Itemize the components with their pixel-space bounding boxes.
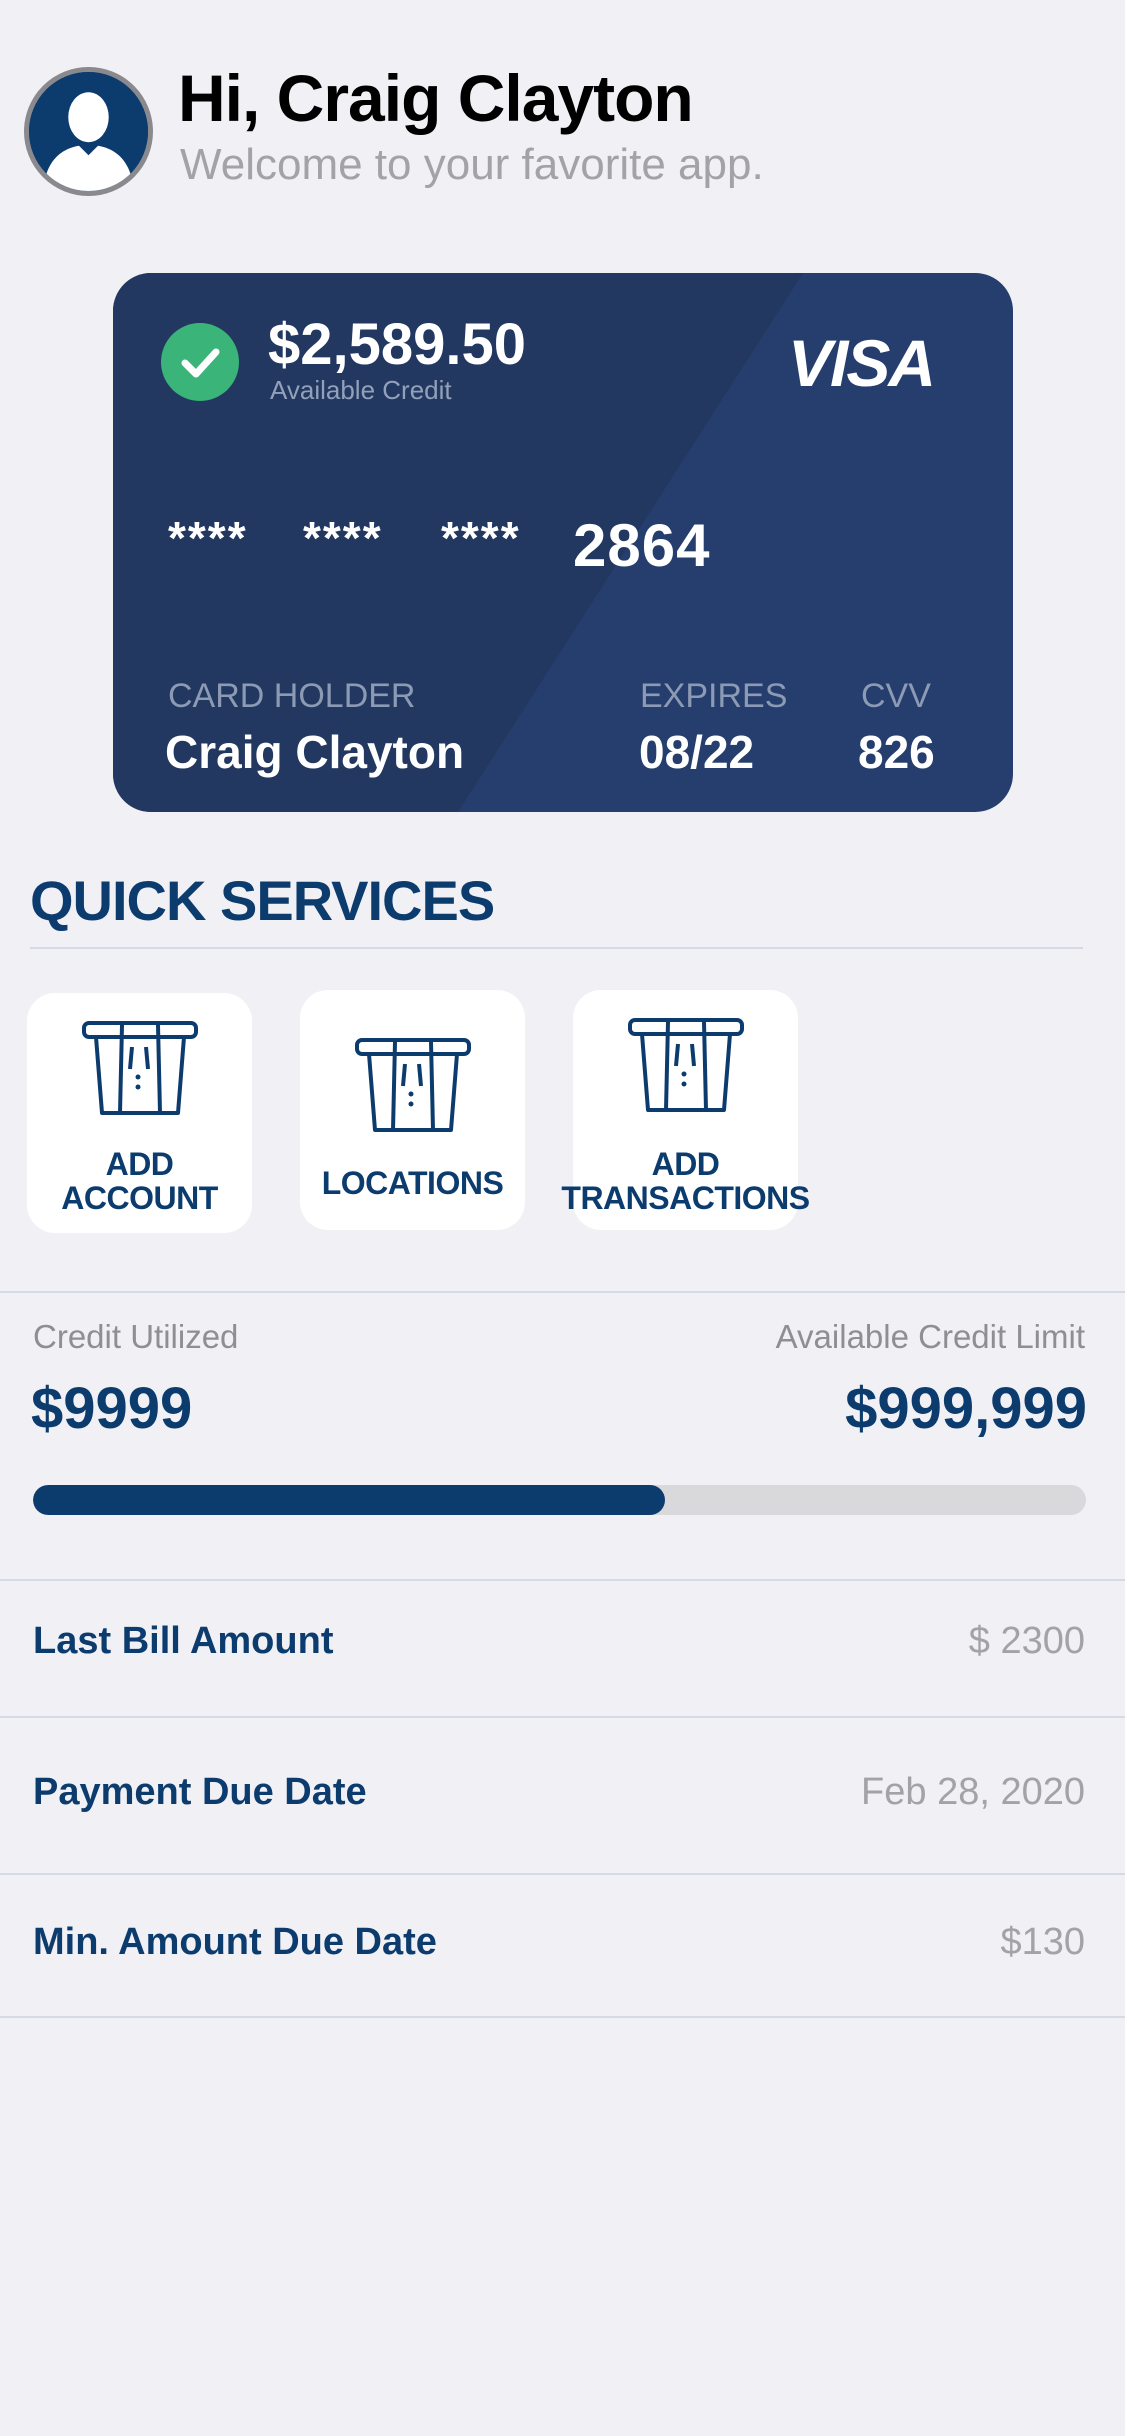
card-holder-name: Craig Clayton <box>165 726 465 778</box>
last-bill-amount-value: $ 2300 <box>968 1620 1085 1662</box>
quick-services-divider <box>30 947 1083 949</box>
payment-due-date-label: Payment Due Date <box>33 1771 367 1813</box>
last-bill-amount-label: Last Bill Amount <box>33 1620 334 1662</box>
available-balance: $2,589.50 <box>268 312 527 377</box>
available-credit-label: Available Credit <box>270 375 452 405</box>
visa-logo: VISA <box>788 326 936 400</box>
add-account-button[interactable]: ADD ACCOUNT <box>27 993 252 1233</box>
add-transactions-label: ADD TRANSACTIONS <box>561 1146 810 1216</box>
credit-card[interactable]: $2,589.50 Available Credit VISA **** ***… <box>113 273 1013 812</box>
payment-due-date-value: Feb 28, 2020 <box>861 1771 1085 1813</box>
credit-utilized-value: $9999 <box>31 1376 193 1441</box>
add-account-label: ADD ACCOUNT <box>61 1146 218 1216</box>
verified-check-icon <box>161 323 239 401</box>
credit-utilization-bar <box>33 1485 1086 1515</box>
section-divider <box>0 1291 1125 1293</box>
card-number-masked-1: **** <box>168 512 248 564</box>
available-credit-limit-value: $999,999 <box>845 1376 1087 1441</box>
min-amount-due-value: $130 <box>1000 1921 1085 1963</box>
row-divider <box>0 2016 1125 2018</box>
expires-label: EXPIRES <box>640 677 788 715</box>
locations-button[interactable]: LOCATIONS <box>300 990 525 1230</box>
add-transactions-button[interactable]: ADD TRANSACTIONS <box>561 990 810 1230</box>
quick-services-title: QUICK SERVICES <box>30 869 495 932</box>
avatar[interactable] <box>24 67 153 196</box>
row-divider <box>0 1579 1125 1581</box>
row-divider <box>0 1716 1125 1718</box>
card-number-masked-2: **** <box>303 512 383 564</box>
atm-card-icon <box>81 1021 198 1115</box>
cvv-label: CVV <box>861 677 931 715</box>
cvv-value: 826 <box>858 726 935 778</box>
locations-label: LOCATIONS <box>321 1165 504 1201</box>
credit-utilized-label: Credit Utilized <box>33 1318 239 1355</box>
card-holder-label: CARD HOLDER <box>168 677 416 715</box>
credit-utilization-fill <box>33 1485 665 1515</box>
card-number-last-four: 2864 <box>573 512 711 579</box>
atm-card-icon <box>354 1038 471 1132</box>
greeting-title: Hi, Craig Clayton <box>178 61 694 135</box>
atm-card-icon <box>627 1018 744 1112</box>
welcome-subtitle: Welcome to your favorite app. <box>180 140 764 189</box>
card-number-masked-3: **** <box>441 512 521 564</box>
available-credit-limit-label: Available Credit Limit <box>775 1318 1085 1355</box>
user-silhouette-icon <box>29 72 148 191</box>
row-divider <box>0 1873 1125 1875</box>
expires-value: 08/22 <box>639 726 755 778</box>
min-amount-due-label: Min. Amount Due Date <box>33 1921 437 1963</box>
